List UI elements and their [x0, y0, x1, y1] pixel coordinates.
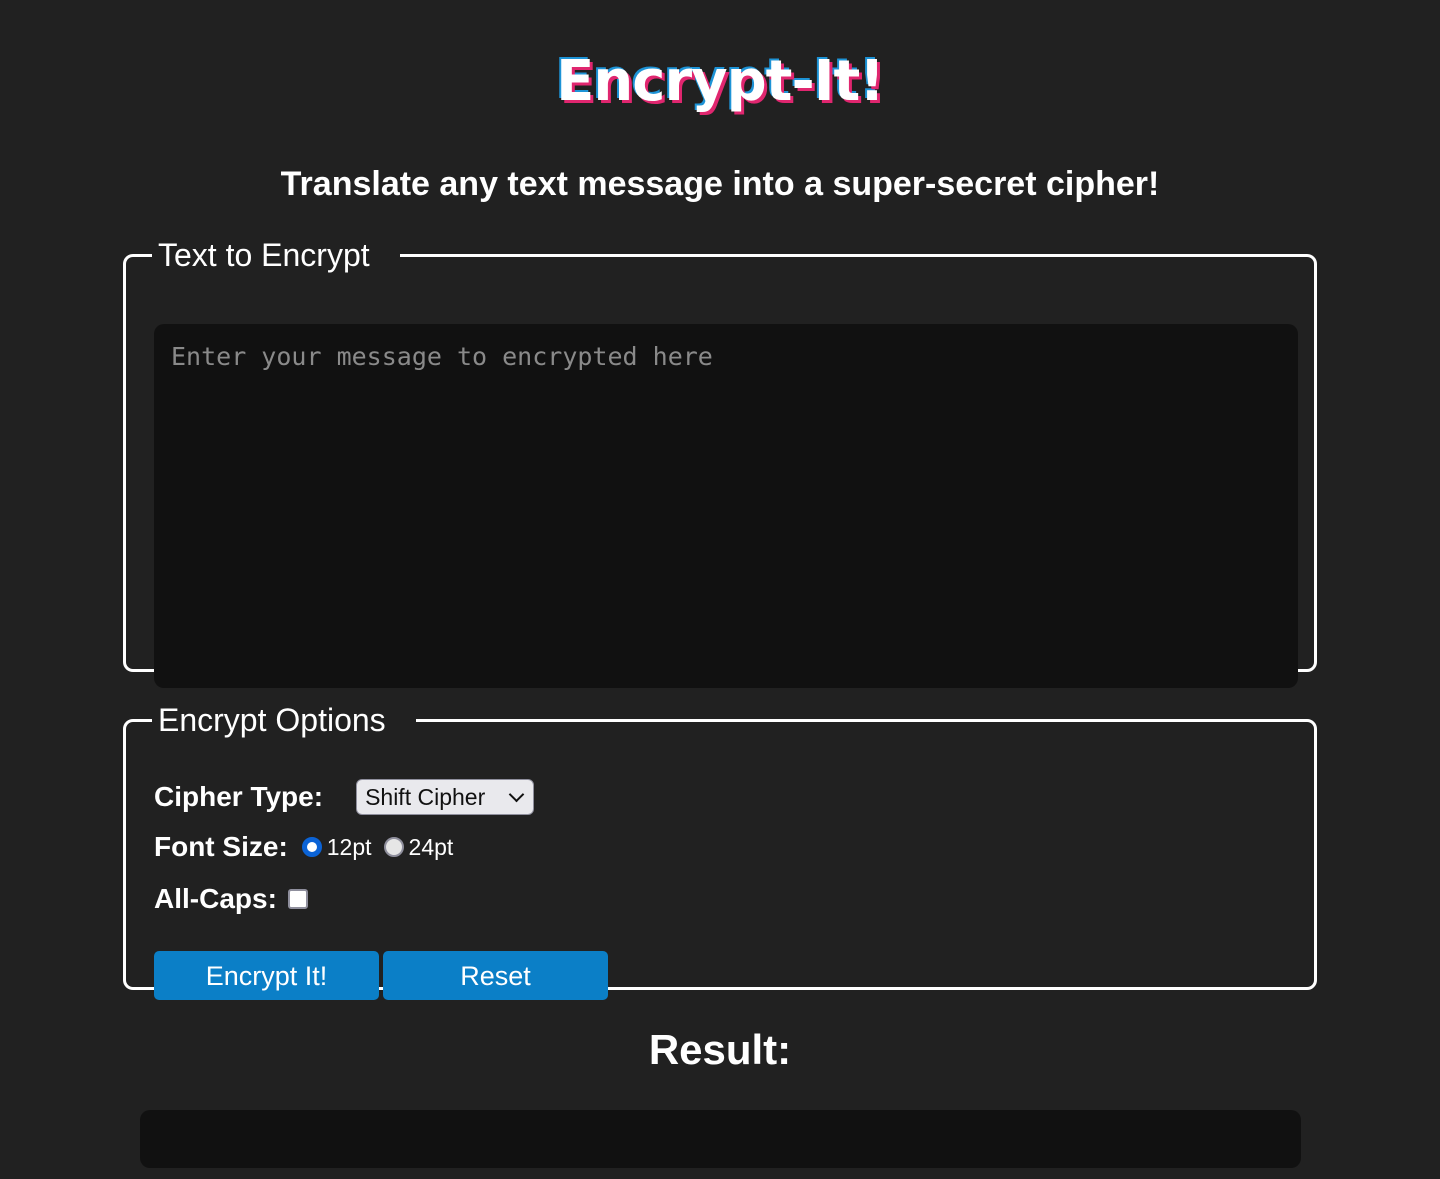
result-output	[140, 1110, 1301, 1168]
all-caps-label: All-Caps:	[154, 883, 277, 914]
font-size-12pt-label[interactable]: 12pt	[327, 834, 372, 861]
text-to-encrypt-section: Text to Encrypt	[123, 236, 1317, 688]
message-input[interactable]	[154, 324, 1298, 688]
font-size-label: Font Size:	[154, 831, 288, 862]
cipher-type-selected-value: Shift Cipher	[365, 783, 486, 810]
font-size-row: Font Size: 12pt 24pt	[154, 831, 465, 863]
options-section-legend: Encrypt Options	[158, 702, 386, 738]
cipher-type-select[interactable]: Shift Cipher	[356, 779, 535, 815]
encrypt-options-section: Encrypt Options Cipher Type: Shift Ciphe…	[123, 701, 1317, 1000]
all-caps-checkbox[interactable]	[287, 889, 308, 909]
cipher-type-label: Cipher Type:	[154, 781, 324, 812]
cipher-type-row: Cipher Type: Shift Cipher	[154, 779, 535, 815]
font-size-12pt-radio[interactable]	[301, 837, 322, 857]
all-caps-row: All-Caps:	[154, 883, 308, 915]
page-subtitle: Translate any text message into a super-…	[280, 165, 1160, 203]
chevron-down-icon	[508, 786, 525, 802]
logo: Encrypt-It!	[556, 49, 885, 114]
font-size-24pt-radio[interactable]	[383, 837, 404, 857]
result-title: Result:	[648, 1026, 792, 1073]
text-section-legend: Text to Encrypt	[158, 237, 370, 273]
reset-button[interactable]: Reset	[383, 951, 608, 1000]
font-size-24pt-label[interactable]: 24pt	[409, 834, 454, 861]
encrypt-button[interactable]: Encrypt It!	[154, 951, 379, 1000]
